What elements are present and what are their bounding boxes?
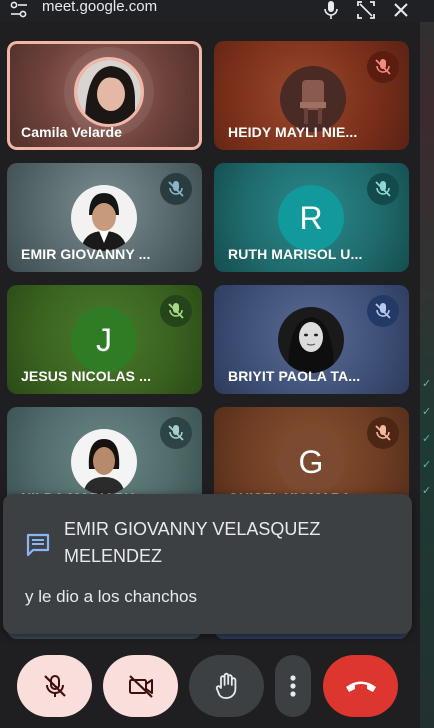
more-vert-icon [290,675,296,697]
avatar-initial: R [278,185,344,251]
camera-off-button[interactable] [103,655,178,717]
check-icon: ✓ [422,459,432,471]
check-icon: ✓ [422,406,432,418]
avatar [71,429,137,495]
mic-off-indicator [367,417,399,449]
participant-tile[interactable]: BRIYIT PAOLA TA... [214,285,409,394]
check-icon: ✓ [422,485,432,497]
participant-tile[interactable]: J JESUS NICOLAS ... [7,285,202,394]
microphone-icon[interactable] [321,0,341,20]
site-settings-icon[interactable] [10,1,28,19]
avatar-initial: G [278,429,344,495]
participant-name: RUTH MARISOL U... [228,246,363,262]
check-icon: ✓ [422,433,432,445]
mic-off-button[interactable] [17,655,92,717]
mic-off-icon [168,303,184,319]
participant-name: HEIDY MAYLI NIE... [228,124,358,140]
participant-name: Camila Velarde [21,124,123,140]
avatar [278,307,344,373]
avatar [280,66,346,132]
camera-off-icon [128,675,153,698]
avatar-initial: J [71,307,137,373]
raise-hand-button[interactable] [189,655,264,717]
chat-sender: EMIR GIOVANNY VELASQUEZ MELENDEZ [64,519,321,566]
mic-off-icon [168,181,184,197]
more-options-button[interactable] [275,655,311,717]
participant-name: JESUS NICOLAS ... [21,368,152,384]
participant-tile[interactable]: EMIR GIOVANNY ... [7,163,202,272]
leave-call-button[interactable] [323,655,398,717]
mic-off-icon [375,59,391,75]
chat-message: y le dio a los chanchos [25,587,197,606]
participant-name: BRIYIT PAOLA TA... [228,368,361,384]
participant-tile[interactable]: HEIDY MAYLI NIE... [214,41,409,150]
mic-off-indicator [367,173,399,205]
mic-off-icon [375,425,391,441]
participant-name: EMIR GIOVANNY ... [21,246,151,262]
call-end-icon [345,681,376,692]
check-icon: ✓ [422,378,432,390]
mic-off-icon [375,181,391,197]
browser-top-bar: meet.google.com [0,0,434,22]
chat-icon [26,533,50,557]
picture-in-picture-icon[interactable] [356,0,376,20]
mic-off-indicator [367,295,399,327]
participant-tile[interactable]: R RUTH MARISOL U... [214,163,409,272]
mic-off-icon [168,425,184,441]
mic-off-icon [43,675,66,697]
participant-tile[interactable]: Camila Velarde [7,41,202,150]
mic-off-indicator [160,295,192,327]
mic-off-indicator [160,417,192,449]
mic-off-icon [375,303,391,319]
background-page-edge: ✓ ✓ ✓ ✓ ✓ [420,22,434,728]
raise-hand-icon [215,672,236,699]
mic-off-indicator [367,51,399,83]
chat-notification[interactable]: EMIR GIOVANNY VELASQUEZ MELENDEZ y le di… [3,494,412,634]
mic-off-indicator [160,173,192,205]
avatar [74,57,144,127]
url-text[interactable]: meet.google.com [42,0,157,15]
close-icon[interactable] [391,0,411,20]
avatar [71,185,137,251]
